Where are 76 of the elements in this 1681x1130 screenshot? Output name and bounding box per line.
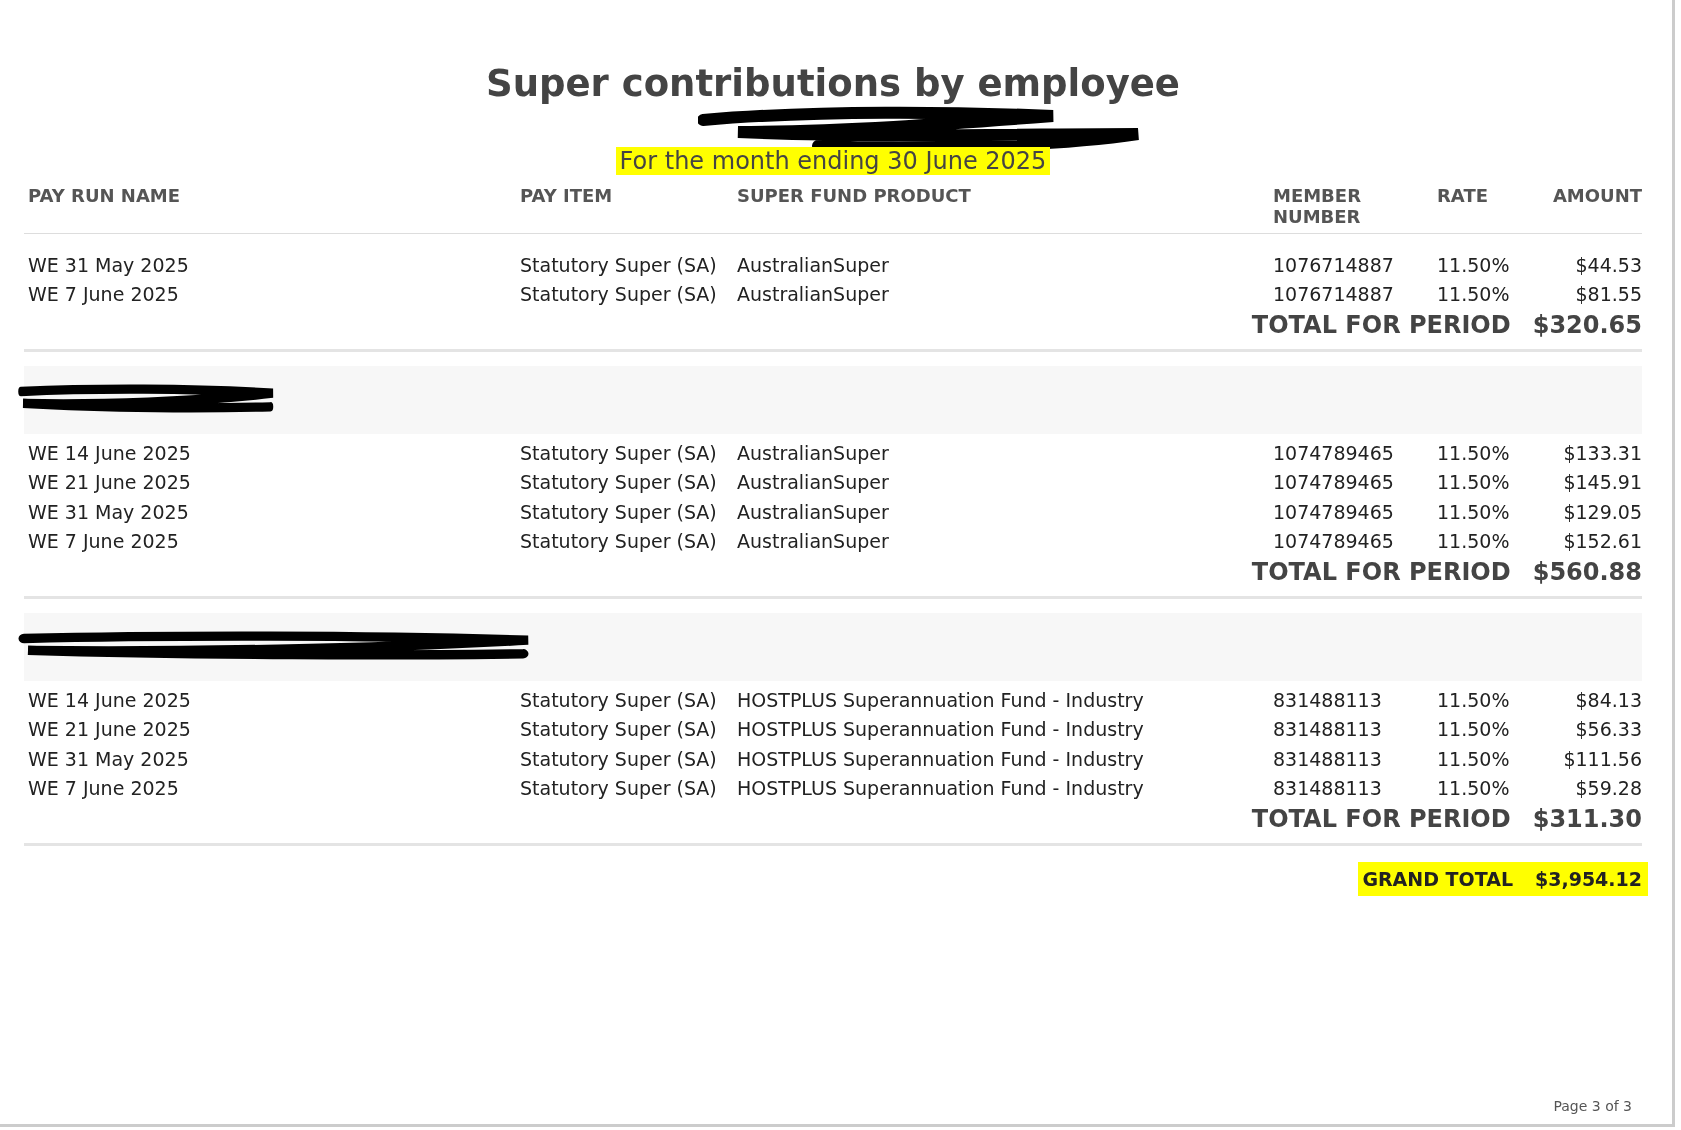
table-cell-text: 11.50%: [1436, 747, 1511, 770]
table-cell-text: 11.50%: [1436, 441, 1511, 464]
table-cell-text: $84.13: [1574, 688, 1642, 711]
grand-total: GRAND TOTAL $3,954.12: [1358, 862, 1648, 896]
table-cell-text: $133.31: [1562, 441, 1642, 464]
table-cell-text: 1074789465: [1272, 441, 1395, 464]
table-cell-text: $81.55: [1574, 283, 1642, 306]
total-label: TOTAL FOR PERIOD: [1251, 805, 1511, 833]
column-header: SUPER FUND PRODUCT: [736, 185, 972, 208]
table-cell-text: Statutory Super (SA): [519, 777, 718, 800]
table-cell-text: 1076714887: [1272, 283, 1395, 306]
table-cell-text: 11.50%: [1436, 283, 1511, 306]
table-cell-text: $56.33: [1574, 718, 1642, 741]
table-cell-text: 1074789465: [1272, 530, 1395, 553]
table-cell-text: HOSTPLUS Superannuation Fund - Industry: [736, 747, 1145, 770]
table-cell-text: WE 21 June 2025: [27, 718, 192, 741]
table-cell-text: 831488113: [1272, 747, 1383, 770]
table-cell-text: 11.50%: [1436, 718, 1511, 741]
table-cell-text: 831488113: [1272, 688, 1383, 711]
table-cell-text: WE 14 June 2025: [27, 441, 192, 464]
table-cell-text: WE 14 June 2025: [27, 688, 192, 711]
table-cell-text: WE 7 June 2025: [27, 777, 180, 800]
table-cell-text: Statutory Super (SA): [519, 471, 718, 494]
table-cell-text: $152.61: [1562, 530, 1642, 553]
table-cell-text: WE 31 May 2025: [27, 253, 190, 276]
table-cell-text: $44.53: [1574, 253, 1642, 276]
table-cell-text: AustralianSuper: [736, 530, 890, 553]
total-amount: $560.88: [1532, 558, 1642, 586]
table-cell-text: 11.50%: [1436, 688, 1511, 711]
table-cell-text: $111.56: [1562, 747, 1642, 770]
table-cell-text: 11.50%: [1436, 471, 1511, 494]
table-cell-text: WE 7 June 2025: [27, 283, 180, 306]
table-cell-text: 1074789465: [1272, 500, 1395, 523]
table-cell-text: $59.28: [1574, 777, 1642, 800]
table-cell-text: AustralianSuper: [736, 283, 890, 306]
table-cell-text: 11.50%: [1436, 253, 1511, 276]
table-cell-text: 1076714887: [1272, 253, 1395, 276]
table-cell-text: HOSTPLUS Superannuation Fund - Industry: [736, 777, 1145, 800]
page-number: Page 3 of 3: [1553, 1098, 1632, 1114]
table-cell-text: 1074789465: [1272, 471, 1395, 494]
table-cell-text: 831488113: [1272, 718, 1383, 741]
column-header: PAY ITEM: [519, 185, 614, 208]
table-cell-text: WE 31 May 2025: [27, 747, 190, 770]
table-cell-text: WE 21 June 2025: [27, 471, 192, 494]
total-label: TOTAL FOR PERIOD: [1251, 311, 1511, 339]
table-cell-text: AustralianSuper: [736, 500, 890, 523]
period-text: For the month ending 30 June 2025: [615, 147, 1051, 175]
table-cell-text: Statutory Super (SA): [519, 530, 718, 553]
total-amount: $320.65: [1532, 311, 1642, 339]
report-title: Super contributions by employee: [485, 62, 1181, 105]
total-label: TOTAL FOR PERIOD: [1251, 558, 1511, 586]
table-cell-text: $145.91: [1562, 471, 1642, 494]
column-header: RATE: [1436, 185, 1489, 208]
column-header: MEMBER NUMBER: [1272, 185, 1362, 227]
table-cell-text: HOSTPLUS Superannuation Fund - Industry: [736, 718, 1145, 741]
table-cell-text: Statutory Super (SA): [519, 500, 718, 523]
table-cell-text: Statutory Super (SA): [519, 253, 718, 276]
column-header: AMOUNT: [1551, 185, 1642, 208]
table-cell-text: Statutory Super (SA): [519, 747, 718, 770]
table-cell-text: 831488113: [1272, 777, 1383, 800]
table-cell-text: $129.05: [1562, 500, 1642, 523]
table-cell-text: AustralianSuper: [736, 441, 890, 464]
table-cell-text: AustralianSuper: [736, 253, 890, 276]
table-cell-text: Statutory Super (SA): [519, 688, 718, 711]
table-cell-text: WE 7 June 2025: [27, 530, 180, 553]
table-cell-text: 11.50%: [1436, 777, 1511, 800]
table-cell-text: Statutory Super (SA): [519, 283, 718, 306]
table-cell-text: HOSTPLUS Superannuation Fund - Industry: [736, 688, 1145, 711]
table-cell-text: 11.50%: [1436, 530, 1511, 553]
table-cell-text: AustralianSuper: [736, 471, 890, 494]
table-cell-text: Statutory Super (SA): [519, 718, 718, 741]
total-amount: $311.30: [1532, 805, 1642, 833]
table-cell-text: 11.50%: [1436, 500, 1511, 523]
table-cell-text: WE 31 May 2025: [27, 500, 190, 523]
table-cell-text: Statutory Super (SA): [519, 441, 718, 464]
column-header: PAY RUN NAME: [27, 185, 182, 208]
